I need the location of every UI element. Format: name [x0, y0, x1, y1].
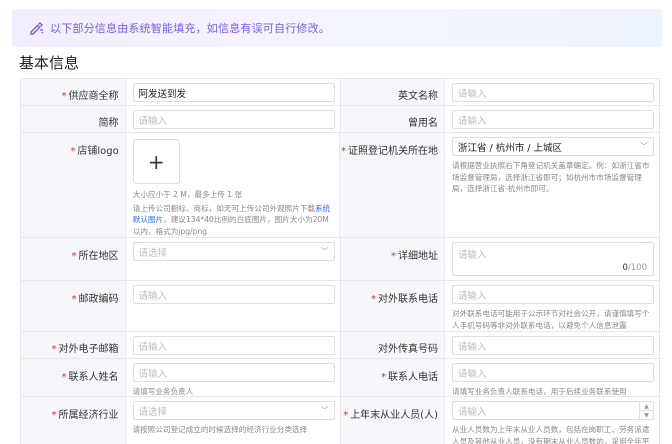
upload-format-hint: 请上传公司橱标、商标，如无可上传公司外观照片下载系统默认图片，建议134*40比…	[132, 203, 331, 236]
chevron-down-icon[interactable]: ▼	[640, 411, 653, 419]
form-row: 简称 请输入 曾用名 请输入	[21, 106, 660, 133]
field-cell: 请输入	[445, 79, 660, 105]
field-cell: 请输入 对外联系电话可能用于公示环节对社会公开，请谨慎填写个人手机号码等非对外联…	[445, 281, 660, 331]
contact-name-input[interactable]: 请输入	[132, 363, 335, 382]
chevron-down-icon: ﹀	[320, 247, 329, 256]
field-label: * 所属经济行业	[21, 397, 126, 444]
former-name-input[interactable]: 请输入	[452, 110, 654, 129]
form-row: * 联系人姓名 请输入 请填写业务负责人 * 联系人电话 请输入 请填写业务负责人联…	[21, 359, 660, 397]
field-label: * 详细地址	[340, 238, 445, 280]
info-banner: 以下部分信息由系统智能填充，如信息有误可自行修改。	[12, 9, 662, 47]
form-row: * 邮政编码 请输入 * 对外联系电话 请输入 对外联系电话可能用于公示环节对社会公…	[21, 281, 660, 332]
chevron-down-icon: ﹀	[640, 142, 648, 151]
field-label: * 对外电子邮箱	[21, 332, 126, 358]
field-label: * 所在地区	[21, 238, 126, 280]
public-fax-input[interactable]: 请输入	[452, 336, 654, 355]
public-email-input[interactable]: 请输入	[132, 336, 335, 355]
form-row: * 店铺logo + 大小应小于 2 M，最多上传 1 张 请上传公司橱标、商标，…	[21, 133, 660, 238]
form-row: * 对外电子邮箱 请输入 对外传真号码 请输入	[21, 332, 660, 359]
public-phone-hint: 对外联系电话可能用于公示环节对社会公开，请谨慎填写个人手机号码等非对外联系电话，…	[452, 309, 650, 330]
field-cell: + 大小应小于 2 M，最多上传 1 张 请上传公司橱标、商标，如无可上传公司外…	[126, 133, 341, 237]
field-label: * 供应商全称	[21, 79, 126, 105]
detail-address-textarea[interactable]: 请输入 0/100	[452, 242, 654, 276]
field-cell: 请输入	[126, 106, 341, 132]
registration-region-select[interactable]: 浙江省 / 杭州市 / 上城区 ﹀	[452, 137, 654, 156]
field-cell: 请输入 0/100	[445, 238, 660, 280]
quantity-stepper[interactable]: ▲ ▼	[639, 402, 653, 419]
field-cell: 请输入	[445, 106, 660, 132]
field-label: 英文名称	[340, 79, 445, 105]
region-select[interactable]: 请选择 ﹀	[132, 242, 335, 261]
field-cell: 请输入	[126, 281, 341, 331]
banner-text: 以下部分信息由系统智能填充，如信息有误可自行修改。	[50, 22, 330, 35]
postal-code-input[interactable]: 请输入	[132, 285, 335, 304]
public-phone-input[interactable]: 请输入	[452, 285, 654, 304]
contact-name-hint: 请填写业务负责人	[132, 387, 194, 396]
field-cell: 请输入	[126, 332, 341, 358]
field-cell: 阿发送到发	[126, 79, 341, 105]
chevron-up-icon[interactable]: ▲	[640, 402, 653, 411]
employee-count-input[interactable]: 请输入 ▲ ▼	[452, 401, 654, 420]
field-cell: 请输入 请填写业务负责人	[126, 359, 341, 396]
field-cell: 请选择 ﹀	[126, 238, 341, 280]
field-cell: 浙江省 / 杭州市 / 上城区 ﹀ 请根据营业执照右下角登记机关盖章确定。例：如浙…	[445, 133, 660, 237]
supplier-full-name-input[interactable]: 阿发送到发	[132, 83, 335, 102]
field-label: * 联系人姓名	[21, 359, 126, 396]
logo-upload-button[interactable]: +	[132, 139, 180, 184]
form-row: * 所属经济行业 请选择 ﹀ 请按照公司登记成立的时候选择的经济行业分类选择 * 上年…	[21, 397, 660, 444]
field-label: * 店铺logo	[21, 133, 126, 237]
industry-select[interactable]: 请选择 ﹀	[132, 401, 335, 420]
field-cell: 请选择 ﹀ 请按照公司登记成立的时候选择的经济行业分类选择	[126, 397, 341, 444]
registration-region-hint: 请根据营业执照右下角登记机关盖章确定。例：如浙江省市场监督管理局，选择浙江省即可…	[452, 161, 650, 193]
upload-size-hint: 大小应小于 2 M，最多上传 1 张	[132, 190, 243, 199]
ai-edit-icon	[30, 22, 43, 35]
employee-count-hint: 从业人员数为上年末从业人员数，包括在岗职工、劳务派遣人员及其他从业人员，没有期末…	[452, 425, 650, 444]
short-name-input[interactable]: 请输入	[132, 110, 335, 129]
field-label: 对外传真号码	[340, 332, 445, 358]
field-cell: 请输入 ▲ ▼ 从业人员数为上年末从业人员数，包括在岗职工、劳务派遣人员及其他从业…	[445, 397, 660, 444]
field-label: * 联系人电话	[340, 359, 445, 396]
english-name-input[interactable]: 请输入	[452, 83, 654, 102]
field-label: * 邮政编码	[21, 281, 126, 331]
field-label: * 上年末从业人员(人)	[340, 397, 445, 444]
basic-info-form: * 供应商全称 阿发送到发 英文名称 请输入 简称 请输入 曾用名 请输入 * 店铺…	[20, 78, 660, 444]
contact-phone-hint: 请填写业务负责人联系电话，用于后续业务联系使用	[452, 387, 627, 396]
form-row: * 所在地区 请选择 ﹀ * 详细地址 请输入 0/100	[21, 238, 660, 281]
char-counter: 0/100	[622, 263, 647, 273]
field-label: 简称	[21, 106, 126, 132]
chevron-down-icon: ﹀	[320, 406, 329, 415]
section-title: 基本信息	[19, 54, 80, 72]
field-label: 曾用名	[340, 106, 445, 132]
field-label: * 对外联系电话	[340, 281, 445, 331]
plus-icon: +	[147, 149, 165, 174]
field-cell: 请输入	[445, 332, 660, 358]
contact-phone-input[interactable]: 请输入	[452, 363, 654, 382]
industry-hint: 请按照公司登记成立的时候选择的经济行业分类选择	[132, 425, 308, 434]
field-cell: 请输入 请填写业务负责人联系电话，用于后续业务联系使用	[445, 359, 660, 396]
field-label: * 证照登记机关所在地	[340, 133, 445, 237]
form-row: * 供应商全称 阿发送到发 英文名称 请输入	[21, 79, 660, 106]
